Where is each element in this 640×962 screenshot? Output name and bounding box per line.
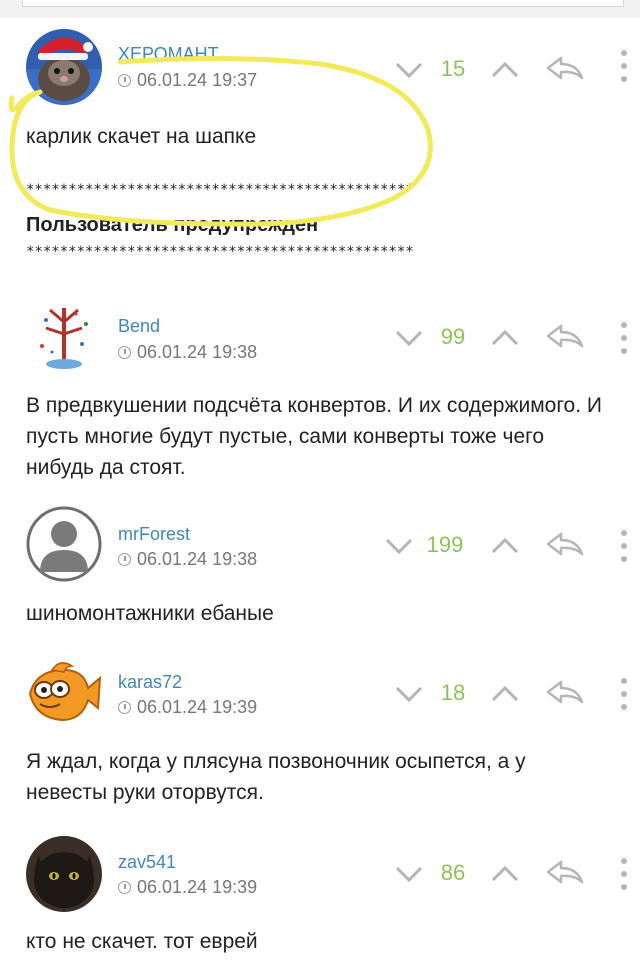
avatar[interactable] — [26, 656, 102, 732]
date-text: 06.01.24 19:39 — [137, 877, 258, 897]
comment-item: zav541 06.01.24 19:39 86 кто не скачет. … — [0, 822, 640, 962]
rating: 199 — [426, 532, 464, 557]
reply-icon[interactable] — [545, 858, 585, 888]
username[interactable]: karas72 — [118, 672, 182, 693]
comment-date: 06.01.24 19:39 — [118, 697, 257, 718]
vote-down-icon[interactable] — [394, 864, 424, 884]
vote-down-icon[interactable] — [384, 536, 414, 556]
vote-down-icon[interactable] — [394, 328, 424, 348]
date-text: 06.01.24 19:38 — [137, 342, 258, 362]
date-text: 06.01.24 19:38 — [137, 549, 258, 569]
comment-text: шиномонтажники ебаные — [26, 602, 274, 625]
username[interactable]: zav541 — [118, 852, 176, 873]
vote-down-icon[interactable] — [394, 684, 424, 704]
username[interactable]: Bend — [118, 316, 160, 337]
vote-up-icon[interactable] — [490, 684, 520, 704]
avatar[interactable] — [26, 506, 102, 582]
clock-icon — [118, 881, 131, 894]
previous-comment-edge — [0, 0, 640, 18]
vote-up-icon[interactable] — [490, 864, 520, 884]
comment-item: ХЕРОМАНТ 06.01.24 19:37 15 карлик скачет… — [0, 18, 640, 288]
clock-icon — [118, 74, 131, 87]
separator-stars: ****************************************… — [26, 182, 414, 198]
more-options-icon[interactable] — [620, 528, 628, 564]
rating: 18 — [440, 680, 466, 705]
reply-icon[interactable] — [545, 678, 585, 708]
date-text: 06.01.24 19:39 — [137, 697, 258, 717]
username[interactable]: mrForest — [118, 524, 190, 545]
more-options-icon[interactable] — [620, 676, 628, 712]
reply-icon[interactable] — [545, 54, 585, 84]
date-text: 06.01.24 19:37 — [137, 70, 258, 90]
rating: 99 — [440, 324, 466, 349]
reply-icon[interactable] — [545, 322, 585, 352]
clock-icon — [118, 553, 131, 566]
comment-date: 06.01.24 19:37 — [118, 70, 257, 91]
user-warning: Пользователь предупрежден — [26, 214, 319, 236]
reply-icon[interactable] — [545, 530, 585, 560]
rating: 15 — [440, 56, 466, 81]
avatar[interactable] — [26, 836, 102, 912]
vote-up-icon[interactable] — [490, 60, 520, 80]
vote-up-icon[interactable] — [490, 536, 520, 556]
comment-item: Bend 06.01.24 19:38 99 В предвкушении по… — [0, 286, 640, 496]
comment-date: 06.01.24 19:38 — [118, 342, 257, 363]
comment-text: карлик скачет на шапке — [26, 125, 257, 148]
comment-text: кто не скачет. тот еврей — [26, 930, 258, 953]
comment-text: Я ждал, когда у плясуна позвоночник осып… — [26, 750, 526, 804]
comment-text: В предвкушении подсчёта конвертов. И их … — [26, 394, 602, 479]
separator-stars: ****************************************… — [26, 244, 414, 260]
more-options-icon[interactable] — [620, 320, 628, 356]
comment-item: mrForest 06.01.24 19:38 199 шиномонтажни… — [0, 494, 640, 644]
comment-item: karas72 06.01.24 19:39 18 Я ждал, когда … — [0, 642, 640, 824]
more-options-icon[interactable] — [620, 856, 628, 892]
more-options-icon[interactable] — [620, 48, 628, 84]
username[interactable]: ХЕРОМАНТ — [118, 44, 219, 65]
avatar[interactable] — [26, 300, 102, 376]
comment-date: 06.01.24 19:39 — [118, 877, 257, 898]
vote-down-icon[interactable] — [394, 60, 424, 80]
vote-up-icon[interactable] — [490, 328, 520, 348]
rating: 86 — [440, 860, 466, 885]
comment-date: 06.01.24 19:38 — [118, 549, 257, 570]
clock-icon — [118, 701, 131, 714]
clock-icon — [118, 346, 131, 359]
avatar[interactable] — [26, 29, 102, 105]
